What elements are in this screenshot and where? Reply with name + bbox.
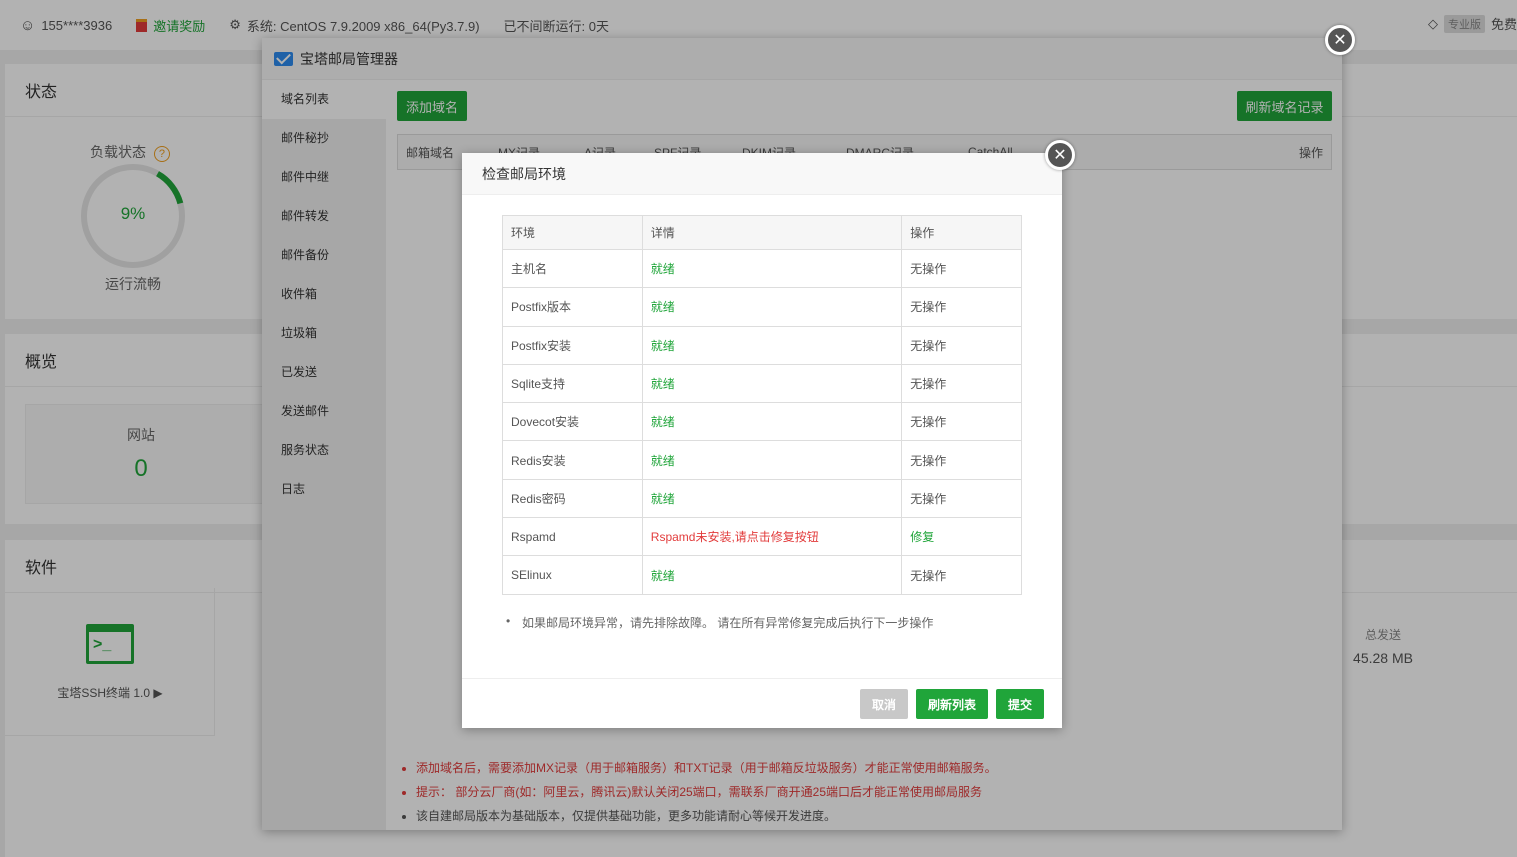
table-row: 主机名 就绪 无操作 (502, 248, 1022, 289)
env-check-dialog: 检查邮局环境 环境 详情 操作 主机名 就绪 无操作 Postfix版本 就绪 … (462, 153, 1062, 728)
env-detail: 就绪 (641, 363, 903, 404)
refresh-list-button[interactable]: 刷新列表 (916, 689, 988, 719)
env-detail-error: Rspamd未安装,请点击修复按钮 (641, 517, 903, 557)
env-detail: 就绪 (641, 440, 903, 480)
env-detail: 就绪 (641, 248, 903, 289)
env-check-title: 检查邮局环境 (462, 153, 1062, 195)
submit-button[interactable]: 提交 (996, 689, 1044, 719)
env-name: Redis安装 (502, 440, 643, 480)
env-action: 无操作 (901, 287, 1022, 327)
table-row: Redis密码 就绪 无操作 (502, 478, 1022, 519)
env-name: Postfix安装 (502, 325, 643, 365)
fix-rspamd-link[interactable]: 修复 (901, 517, 1022, 557)
env-name: SElinux (502, 555, 643, 595)
close-mail-manager-button[interactable]: ✕ (1325, 25, 1355, 55)
table-row: SElinux 就绪 无操作 (502, 555, 1022, 595)
env-header-action: 操作 (901, 215, 1022, 250)
env-detail: 就绪 (641, 555, 903, 595)
env-action: 无操作 (901, 478, 1022, 519)
env-detail: 就绪 (641, 478, 903, 519)
env-header-detail: 详情 (641, 215, 903, 250)
env-detail: 就绪 (641, 287, 903, 327)
close-icon: ✕ (1053, 147, 1067, 164)
env-check-footer: 取消 刷新列表 提交 (462, 678, 1062, 728)
table-row: Dovecot安装 就绪 无操作 (502, 402, 1022, 442)
env-detail: 就绪 (641, 402, 903, 442)
env-table: 环境 详情 操作 主机名 就绪 无操作 Postfix版本 就绪 无操作 Pos… (502, 215, 1022, 595)
close-env-check-button[interactable]: ✕ (1045, 140, 1075, 170)
env-name: Redis密码 (502, 478, 643, 519)
table-row: Postfix安装 就绪 无操作 (502, 325, 1022, 365)
close-icon: ✕ (1333, 32, 1347, 49)
env-name: Sqlite支持 (502, 363, 643, 404)
env-detail: 就绪 (641, 325, 903, 365)
table-row: Rspamd Rspamd未安装,请点击修复按钮 修复 (502, 517, 1022, 557)
table-row: Postfix版本 就绪 无操作 (502, 287, 1022, 327)
table-row: Sqlite支持 就绪 无操作 (502, 363, 1022, 404)
env-header-env: 环境 (502, 215, 643, 250)
env-action: 无操作 (901, 440, 1022, 480)
env-name: 主机名 (502, 248, 643, 289)
table-row: Redis安装 就绪 无操作 (502, 440, 1022, 480)
env-action: 无操作 (901, 325, 1022, 365)
env-action: 无操作 (901, 248, 1022, 289)
env-action: 无操作 (901, 363, 1022, 404)
env-action: 无操作 (901, 402, 1022, 442)
cancel-button[interactable]: 取消 (860, 689, 908, 719)
env-name: Rspamd (502, 517, 643, 557)
env-action: 无操作 (901, 555, 1022, 595)
env-tip: 如果邮局环境异常，请先排除故障。 请在所有异常修复完成后执行下一步操作 (506, 614, 933, 631)
env-name: Postfix版本 (502, 287, 643, 327)
env-name: Dovecot安装 (502, 402, 643, 442)
